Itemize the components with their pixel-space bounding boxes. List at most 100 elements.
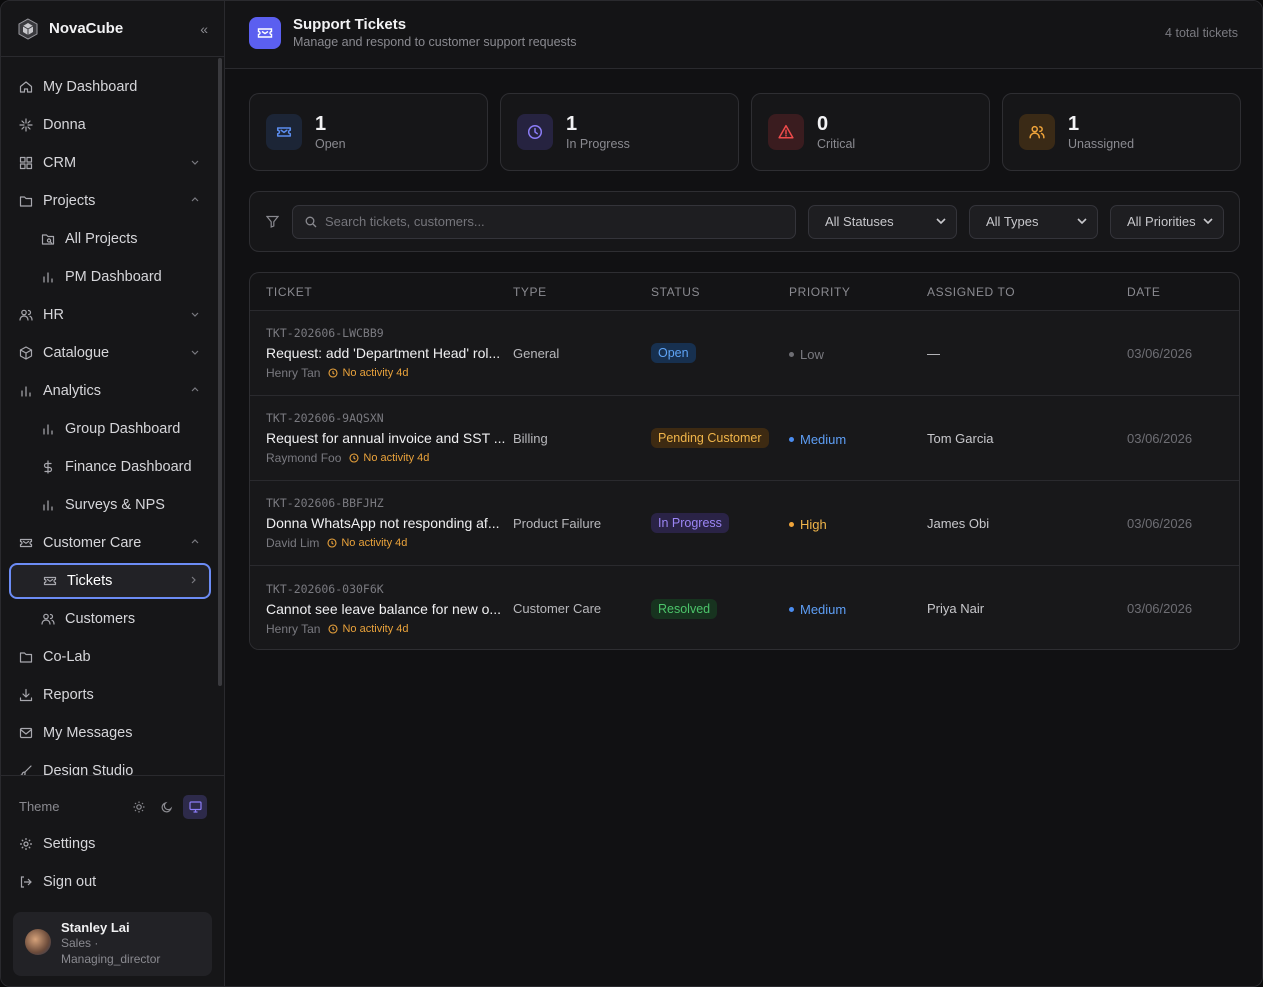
- total-tickets-count: 4 total tickets: [1165, 25, 1238, 40]
- table-row[interactable]: TKT-202606-BBFJHZ Donna WhatsApp not resp…: [250, 481, 1239, 566]
- sidebar-item-finance-dashboard[interactable]: Finance Dashboard: [9, 449, 211, 485]
- priority-indicator: High: [789, 517, 827, 532]
- sparkle-icon: [19, 118, 33, 132]
- folder-icon: [19, 194, 33, 208]
- column-header-status[interactable]: STATUS: [651, 285, 789, 299]
- column-header-assigned[interactable]: ASSIGNED TO: [927, 285, 1127, 299]
- gear-icon: [19, 837, 33, 851]
- sidebar-item-pm-dashboard[interactable]: PM Dashboard: [9, 259, 211, 295]
- bar-chart-icon: [41, 498, 55, 512]
- sidebar-item-label: Surveys & NPS: [65, 497, 165, 513]
- column-header-type[interactable]: TYPE: [513, 285, 651, 299]
- priority-filter-select[interactable]: All Priorities: [1110, 204, 1224, 239]
- activity-warning: No activity 4d: [328, 367, 409, 379]
- sidebar-item-customers[interactable]: Customers: [9, 601, 211, 637]
- ticket-id: TKT-202606-030F6K: [266, 581, 384, 596]
- stat-value: 1: [315, 113, 327, 135]
- search-icon: [305, 216, 317, 227]
- monitor-icon[interactable]: [183, 794, 207, 819]
- moon-icon[interactable]: [155, 795, 179, 819]
- sidebar-item-projects[interactable]: Projects: [9, 183, 211, 219]
- sidebar-item-analytics[interactable]: Analytics: [9, 373, 211, 409]
- clock-icon: [349, 453, 359, 463]
- ticket-customer: Henry Tan: [266, 621, 321, 636]
- sidebar-item-catalogue[interactable]: Catalogue: [9, 335, 211, 371]
- chevron-down-icon: [191, 158, 199, 169]
- stat-card-in-progress[interactable]: 1 In Progress: [500, 93, 739, 171]
- ticket-title[interactable]: Donna WhatsApp not responding af...: [266, 515, 516, 531]
- column-header-date[interactable]: DATE: [1127, 285, 1239, 299]
- sidebar-item-tickets[interactable]: Tickets: [9, 563, 211, 599]
- table-row[interactable]: TKT-202606-9AQSXN Request for annual invo…: [250, 396, 1239, 481]
- chevron-up-icon: [191, 386, 199, 397]
- sidebar-item-label: Group Dashboard: [65, 421, 181, 437]
- stat-label: Unassigned: [1068, 137, 1135, 151]
- chevron-up-icon: [191, 538, 199, 549]
- stat-card-critical[interactable]: 0 Critical: [751, 93, 990, 171]
- ticket-type: Product Failure: [513, 515, 602, 531]
- assigned-to: Tom Garcia: [927, 430, 994, 446]
- stat-card-unassigned[interactable]: 1 Unassigned: [1002, 93, 1241, 171]
- sidebar-scrollbar[interactable]: [218, 58, 222, 686]
- table-row[interactable]: TKT-202606-LWCBB9 Request: add 'Departmen…: [250, 311, 1239, 396]
- ticket-date: 03/06/2026: [1127, 430, 1193, 446]
- ticket-id: TKT-202606-BBFJHZ: [266, 496, 384, 510]
- clock-icon: [328, 623, 339, 634]
- chevron-up-icon: [191, 196, 199, 207]
- sidebar-item-hr[interactable]: HR: [9, 297, 211, 333]
- sidebar-item-co-lab[interactable]: Co-Lab: [9, 639, 211, 675]
- sidebar-item-my-dashboard[interactable]: My Dashboard: [9, 69, 211, 105]
- brush-icon: [19, 764, 33, 775]
- sidebar-item-label: Donna: [43, 117, 86, 133]
- type-filter-select[interactable]: All Types: [969, 204, 1098, 239]
- stat-card-open[interactable]: 1 Open: [249, 93, 488, 171]
- theme-label: Theme: [19, 799, 60, 814]
- column-header-ticket[interactable]: TICKET: [250, 285, 513, 299]
- status-filter-select[interactable]: All Statuses: [808, 204, 957, 239]
- filter-bar: All Statuses All Types All Priorities: [249, 191, 1240, 252]
- bar-chart-icon: [41, 270, 55, 284]
- sidebar-item-label: My Dashboard: [43, 79, 138, 95]
- collapse-sidebar-icon[interactable]: «: [200, 21, 208, 37]
- ticket-date: 03/06/2026: [1127, 515, 1193, 531]
- sun-icon[interactable]: [127, 795, 151, 819]
- sidebar-item-customer-care[interactable]: Customer Care: [9, 525, 211, 561]
- sidebar-item-design-studio[interactable]: Design Studio: [9, 753, 211, 775]
- sidebar-item-all-projects[interactable]: All Projects: [9, 221, 211, 257]
- sidebar-item-donna[interactable]: Donna: [9, 107, 211, 143]
- activity-warning: No activity 4d: [349, 452, 429, 464]
- priority-label: Medium: [800, 431, 847, 447]
- logout-icon: [19, 875, 33, 889]
- sidebar-item-surveys-nps[interactable]: Surveys & NPS: [9, 487, 211, 523]
- clock-icon: [517, 114, 553, 150]
- ticket-type: General: [513, 345, 560, 361]
- settings-link[interactable]: Settings: [9, 826, 211, 862]
- sidebar-item-my-messages[interactable]: My Messages: [9, 715, 211, 751]
- user-card[interactable]: Stanley Lai Sales · Managing_director: [13, 912, 212, 976]
- ticket-title[interactable]: Request: add 'Department Head' rol...: [266, 345, 516, 361]
- ticket-icon: [249, 16, 281, 49]
- chevron-down-icon: [936, 216, 946, 227]
- sidebar-item-group-dashboard[interactable]: Group Dashboard: [9, 411, 211, 447]
- brand-name: NovaCube: [49, 20, 124, 37]
- priority-indicator: Medium: [789, 432, 846, 447]
- status-badge: Pending Customer: [651, 428, 769, 448]
- priority-dot: [789, 436, 794, 442]
- assigned-to: James Obi: [927, 515, 990, 531]
- column-header-priority[interactable]: PRIORITY: [789, 285, 927, 299]
- app-window: NovaCube « My Dashboard Donna CRM Projects A…: [0, 0, 1263, 987]
- sidebar-item-reports[interactable]: Reports: [9, 677, 211, 713]
- user-name: Stanley Lai: [61, 920, 130, 935]
- sign-out-link[interactable]: Sign out: [9, 864, 211, 900]
- ticket-customer: David Lim: [266, 536, 320, 550]
- ticket-title[interactable]: Cannot see leave balance for new o...: [266, 601, 516, 617]
- search-input[interactable]: [325, 214, 783, 229]
- sidebar-item-crm[interactable]: CRM: [9, 145, 211, 181]
- main-content: Support Tickets Manage and respond to cu…: [225, 1, 1262, 986]
- table-row[interactable]: TKT-202606-030F6K Cannot see leave balanc…: [250, 566, 1239, 649]
- page-header: Support Tickets Manage and respond to cu…: [225, 1, 1262, 69]
- users-icon: [1019, 114, 1055, 150]
- ticket-title[interactable]: Request for annual invoice and SST ...: [266, 430, 516, 446]
- sidebar-item-label: All Projects: [65, 231, 138, 247]
- search-field[interactable]: [292, 204, 796, 239]
